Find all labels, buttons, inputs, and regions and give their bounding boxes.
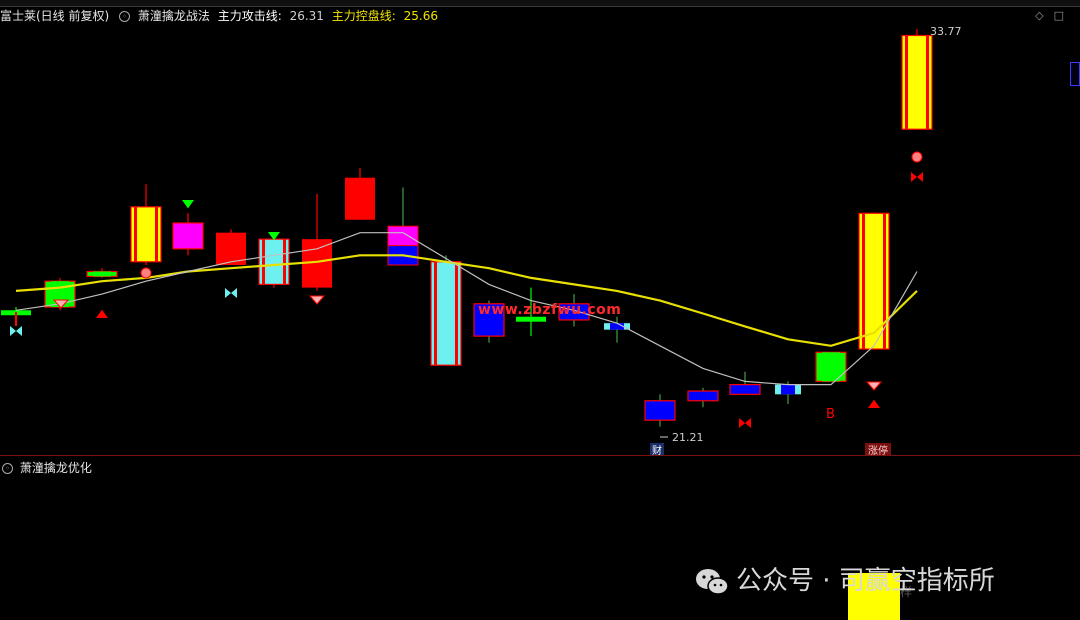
- wechat-text: 公众号 · 司赢空指标所: [736, 566, 995, 596]
- candle-edge-right-21: [926, 35, 929, 130]
- signal-dot-icon: [140, 267, 152, 279]
- candle-edge-right-3: [155, 206, 158, 262]
- candle-edge-left-20: [862, 213, 865, 350]
- control-line: [15, 254, 918, 347]
- signal-up-triangle-icon-2: [868, 399, 880, 408]
- wechat-watermark: 公众号 · 司赢空指标所: [694, 560, 995, 597]
- butterfly-icon-2: [225, 288, 237, 298]
- sub-indicator-name: 萧潼擒龙优化: [19, 461, 92, 475]
- candle-body-4: [172, 222, 204, 250]
- site-watermark: www.zbzfwu.com: [478, 302, 622, 318]
- sub-panel-title[interactable]: ◦ 萧潼擒龙优化: [0, 459, 92, 476]
- wechat-icon: [696, 568, 729, 595]
- candle-body-16: [687, 390, 719, 402]
- candle-edge-left-6: [262, 239, 265, 285]
- candle-body-17: [729, 384, 761, 395]
- candle-edge-left-3: [134, 206, 137, 262]
- butterfly-icon-3: [739, 418, 751, 428]
- diamond-signal-icon: [308, 295, 326, 305]
- candle-edge-left-10: [434, 261, 437, 366]
- price-low-label: 21.21: [672, 431, 704, 444]
- candle-edge-left-21: [905, 35, 908, 130]
- candle-core-18: [781, 384, 795, 395]
- price-high-label: 33.77: [930, 25, 962, 38]
- candle-edge-right-10: [455, 261, 458, 366]
- candle-core-19: [822, 352, 840, 382]
- buy-marker: B: [826, 407, 835, 422]
- diamond-signal-icon-3: [865, 381, 883, 391]
- candle-body-8: [345, 177, 375, 220]
- candle-body-9: [387, 225, 419, 247]
- sub-indicator-settings-icon[interactable]: ◦: [2, 463, 13, 474]
- butterfly-icon-4: [911, 172, 923, 182]
- panel-divider[interactable]: [0, 455, 1080, 456]
- signal-up-triangle-icon: [96, 309, 108, 318]
- butterfly-icon: [10, 326, 22, 336]
- signal-down-triangle-icon: [182, 200, 194, 209]
- candle-body-15: [644, 400, 676, 421]
- candle-core-2: [93, 271, 111, 277]
- candle-edge-right-6: [283, 239, 286, 285]
- signal-dot-icon-2: [911, 151, 923, 163]
